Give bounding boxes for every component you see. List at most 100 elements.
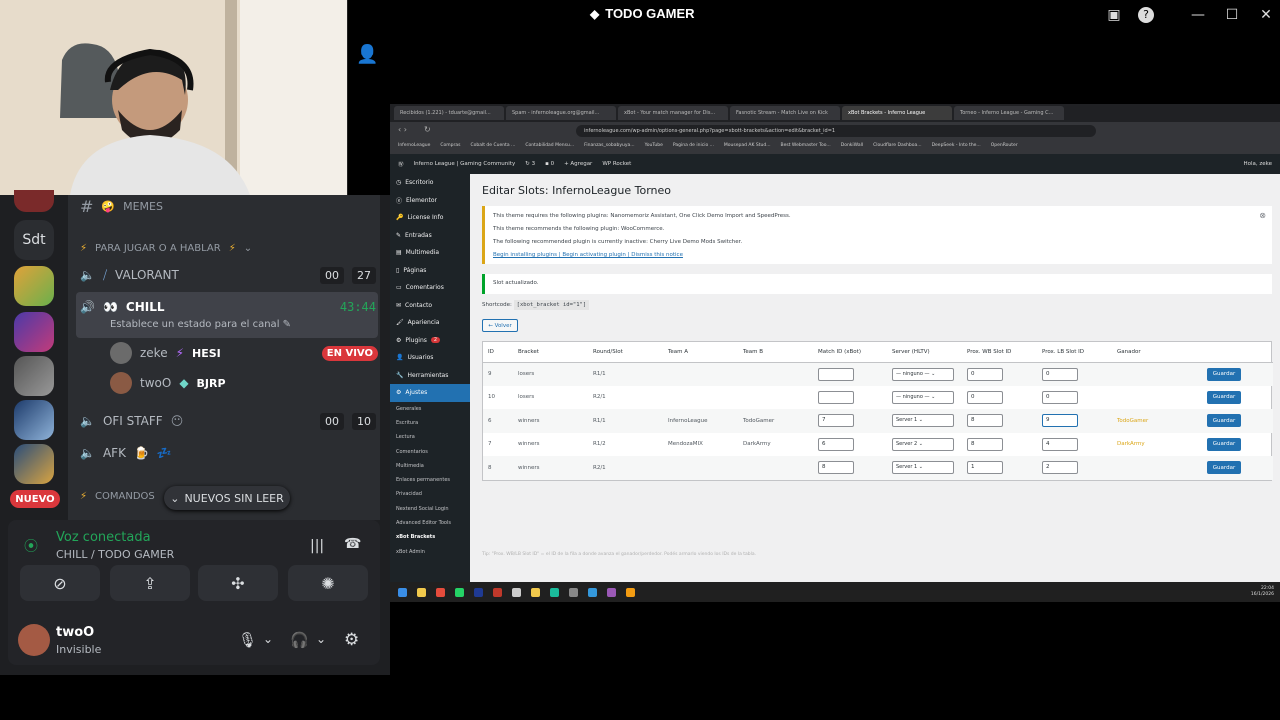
bookmark[interactable]: DonkiWall [841, 143, 863, 151]
submenu-item-active[interactable]: xBot Brackets [390, 530, 470, 544]
screenshare-button[interactable]: ⇪ [110, 565, 190, 601]
server-icon-inferno[interactable] [14, 190, 54, 212]
submenu-item[interactable]: Nextend Social Login [390, 502, 470, 516]
add-new[interactable]: + Agregar [564, 161, 592, 167]
activities-button[interactable]: ✣ [198, 565, 278, 601]
bookmark[interactable]: Cobalt de Cuenta ... [470, 143, 515, 151]
lb-slot-input[interactable]: 0 [1042, 390, 1078, 404]
server-icon-game1[interactable] [14, 266, 54, 306]
menu-elementor[interactable]: ⓔ Elementor [390, 192, 470, 210]
submenu-item[interactable]: Escritura [390, 416, 470, 430]
submenu-item[interactable]: Multimedia [390, 459, 470, 473]
lb-slot-input[interactable]: 9 [1042, 414, 1078, 428]
bookmark[interactable]: YouTube [645, 143, 663, 151]
voice-status[interactable]: Voz conectada [56, 530, 151, 545]
chevron-down-icon[interactable]: ⌄ [263, 632, 273, 646]
shortcode-value[interactable]: [xbot_bracket id="1"] [513, 300, 590, 310]
save-button[interactable]: Guardar [1207, 414, 1241, 428]
bookmark[interactable]: Best Webmaster Too... [781, 143, 831, 151]
camera-off-button[interactable]: ⊘ [20, 565, 100, 601]
match-id-input[interactable] [818, 367, 854, 381]
menu-comentarios[interactable]: ▭ Comentarios [390, 279, 470, 297]
voice-channel[interactable]: CHILL / TODO GAMER [56, 548, 174, 561]
wb-slot-input[interactable]: 8 [967, 414, 1003, 428]
explorer-icon[interactable] [417, 587, 426, 597]
app-icon[interactable] [569, 587, 578, 597]
mic-icon[interactable]: 🎙 [238, 631, 257, 649]
save-button[interactable]: Guardar [1207, 461, 1241, 475]
submenu-item[interactable]: Generales [390, 402, 470, 416]
lb-slot-input[interactable]: 0 [1042, 367, 1078, 381]
wb-slot-input[interactable]: 0 [967, 367, 1003, 381]
server-icon-game4[interactable] [14, 400, 54, 440]
address-input[interactable]: infernoleague.com/wp-admin/options-gener… [576, 125, 1096, 137]
comments-icon[interactable]: ▪ 0 [545, 161, 554, 167]
wordpress-icon[interactable]: Ⓦ [398, 160, 404, 168]
bookmark[interactable]: OpenRouter [991, 143, 1018, 151]
menu-plugins[interactable]: ⚙ Plugins 2 [390, 332, 470, 350]
discord-icon[interactable] [607, 587, 616, 597]
server-icon-game2[interactable] [14, 312, 54, 352]
maximize-button[interactable]: ☐ [1222, 6, 1242, 24]
bookmark[interactable]: Pagina de inicio ... [673, 143, 714, 151]
submenu-item[interactable]: Comentarios [390, 444, 470, 458]
site-name[interactable]: Inferno League | Gaming Community [414, 161, 516, 167]
submenu-item[interactable]: Lectura [390, 430, 470, 444]
soundboard-icon[interactable]: ||| [310, 538, 324, 554]
menu-paginas[interactable]: ▯ Páginas [390, 262, 470, 280]
bookmark[interactable]: Finanzas_sobabyuya... [584, 143, 634, 151]
server-select[interactable]: Server 2 ⌄ [892, 437, 954, 451]
submenu-item[interactable]: Privacidad [390, 487, 470, 501]
folder-icon[interactable] [531, 587, 540, 597]
help-icon[interactable]: ? [1138, 7, 1154, 23]
save-button[interactable]: Guardar [1207, 437, 1241, 451]
bookmark[interactable]: Compras [440, 143, 460, 151]
notice-links[interactable]: Begin installing plugins | Begin activat… [493, 249, 1264, 262]
nav-back-icon[interactable]: ‹ › [398, 125, 407, 134]
bookmark[interactable]: DeepSeek - Into the... [932, 143, 981, 151]
soundboard-button[interactable]: ✺ [288, 565, 368, 601]
inbox-icon[interactable]: ▣ [1104, 6, 1124, 24]
reload-icon[interactable]: ↻ [424, 125, 431, 134]
match-id-input[interactable]: 6 [818, 437, 854, 451]
wb-slot-input[interactable]: 8 [967, 437, 1003, 451]
lb-slot-input[interactable]: 2 [1042, 461, 1078, 475]
match-id-input[interactable]: 8 [818, 461, 854, 475]
app-icon[interactable] [588, 587, 597, 597]
save-button[interactable]: Guardar [1207, 367, 1241, 381]
updates-icon[interactable]: ↻ 3 [525, 161, 535, 167]
voice-user-zeke[interactable]: zeke ⚡ HESI EN VIVO [110, 342, 378, 364]
browser-tab[interactable]: xBot - Your match manager for Dis... [618, 106, 728, 120]
submenu-item[interactable]: xBot Admin [390, 544, 470, 558]
save-button[interactable]: Guardar [1207, 390, 1241, 404]
server-select[interactable]: — ninguno — ⌄ [892, 390, 954, 404]
channel-ofi-staff[interactable]: 🔈 OFI STAFF 😶 00 10 [80, 407, 376, 435]
terminal-icon[interactable] [512, 587, 521, 597]
category-jugar[interactable]: ⚡ PARA JUGAR O A HABLAR ⚡ ⌄ [80, 234, 252, 262]
greeting[interactable]: Hola, zeke [1243, 161, 1272, 167]
user-avatar[interactable] [18, 624, 50, 656]
taskbar-clock[interactable]: 22:04 16/1/2026 [1251, 586, 1280, 598]
dismiss-icon[interactable]: ⊗ [1259, 209, 1266, 222]
bookmark[interactable]: Mousepad AK Stud... [724, 143, 771, 151]
menu-apariencia[interactable]: 🖌 Apariencia [390, 314, 470, 332]
wp-rocket-menu[interactable]: WP Rocket [602, 161, 631, 167]
browser-tab[interactable]: Recibidos (1.221) - tduarte@gmail... [394, 106, 504, 120]
menu-usuarios[interactable]: 👤 Usuarios [390, 349, 470, 367]
chevron-down-icon[interactable]: ⌄ [316, 632, 326, 646]
channel-afk[interactable]: 🔈 AFK 🍺 💤 [80, 439, 172, 467]
add-friend-icon[interactable]: 👤 [356, 44, 378, 65]
browser-tab[interactable]: Spam - infernoleague.org@gmail... [506, 106, 616, 120]
bookmark[interactable]: InfernoLeague [398, 143, 430, 151]
wb-slot-input[interactable]: 0 [967, 390, 1003, 404]
server-icon-game5[interactable] [14, 444, 54, 484]
channel-valorant[interactable]: 🔈 ⧸ VALORANT 00 27 [80, 261, 376, 289]
server-icon-game3[interactable] [14, 356, 54, 396]
menu-ajustes[interactable]: ⚙ Ajustes [390, 384, 470, 402]
user-name[interactable]: twoO [56, 625, 94, 640]
server-select[interactable]: Server 1 ⌄ [892, 461, 954, 475]
voice-user-twoo[interactable]: twoO ◆ BJRP [110, 372, 226, 394]
match-id-input[interactable] [818, 390, 854, 404]
lb-slot-input[interactable]: 4 [1042, 437, 1078, 451]
submenu-item[interactable]: Enlaces permanentes [390, 473, 470, 487]
